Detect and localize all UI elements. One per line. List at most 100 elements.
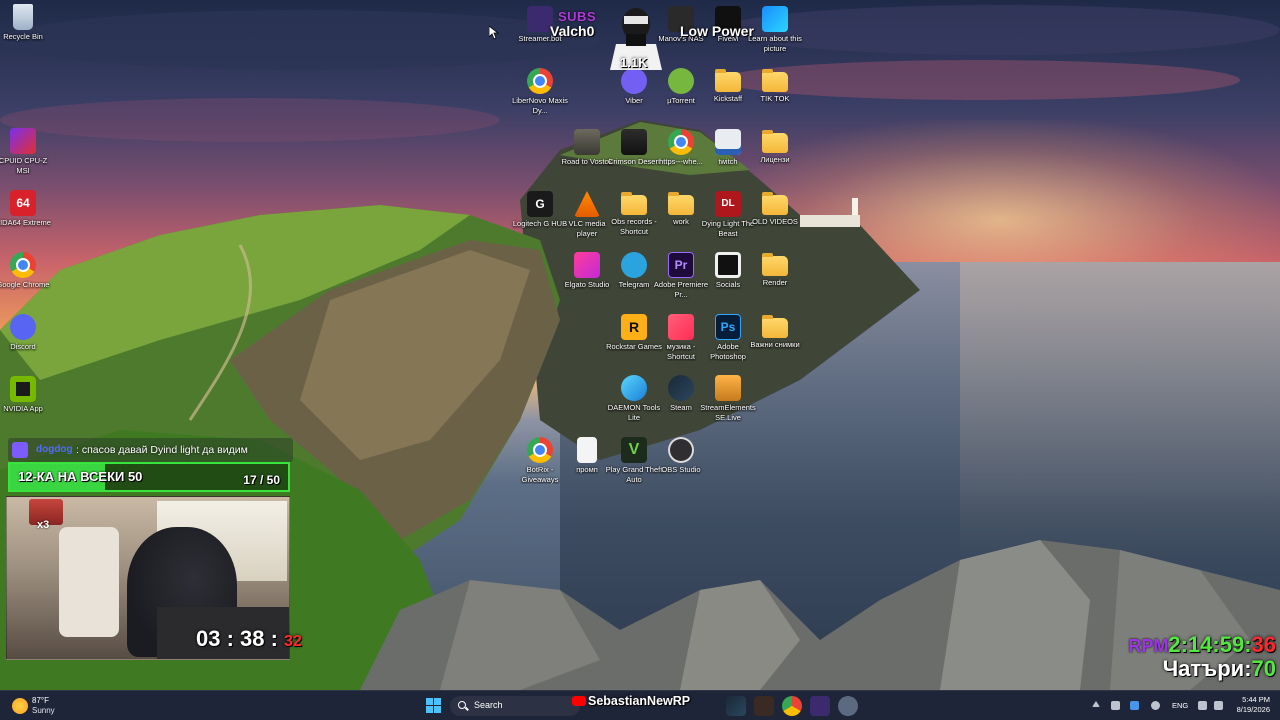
clock-time[interactable]: 5:44 PM [1238,695,1270,704]
chatters-label: Чатъри: [1162,656,1252,681]
icon-label: LiberNovo Maxis Dy... [512,96,568,115]
icon-label: Лицензи [760,155,790,164]
obs-icon [668,437,694,463]
folder-icon [715,69,741,92]
latest-sub-name: Valch0 [550,23,595,39]
tray-expand-icon[interactable] [1092,701,1100,707]
rpm-seconds: 36 [1251,632,1276,657]
taskbar-chrome-icon[interactable] [782,696,802,716]
taskbar-steam-icon[interactable] [726,696,746,716]
cam-multiplier: x3 [37,519,50,531]
youtube-icon [572,696,586,706]
discord-icon [10,314,36,340]
desktop-icon-recycle-bin[interactable]: Recycle Bin [0,4,52,42]
desktop-icon-important-photos[interactable]: Важни снимки [746,314,804,350]
vlc-icon [574,191,600,217]
icon-label: Discord [10,342,36,351]
clock-date[interactable]: 8/19/2026 [1228,705,1270,714]
desktop-icon-discord[interactable]: Discord [0,314,52,352]
rockstar-icon: R [621,314,647,340]
icon-label: AIDA64 Extreme [0,218,51,227]
gta-icon: V [621,437,647,463]
desktop-icon-nvidia[interactable]: NVIDIA App [0,376,52,414]
stream-timer: 03 : 38 : 32 [196,626,302,652]
desktop-icon-streamelements[interactable]: StreamElements SE.Live [699,375,757,422]
chat-username: dogdog [36,444,73,455]
weather-condition: Sunny [32,706,55,715]
weather-temp: 87°F [32,696,49,705]
taskbar-settings-icon[interactable] [838,696,858,716]
search-label: Search [474,700,503,710]
road-to-vostok-icon [574,129,600,155]
chatters-count: 70 [1251,656,1276,681]
logitech-icon: G [527,191,553,217]
windows-logo-icon [434,698,441,705]
folder-icon [621,192,647,215]
taskbar-app-icon[interactable] [754,696,774,716]
desktop-icon-old-videos[interactable]: OLD VIDEOS [746,191,804,227]
icon-label: OBS Studio [661,465,701,474]
goal-title: 12-КА НА ВСЕКИ 50 [18,469,143,484]
socials-icon [715,252,741,278]
windows-logo-icon [426,698,433,705]
sun-icon [12,698,28,714]
windows-logo-icon [426,706,433,713]
desktop-icon-licenses[interactable]: Лицензи [746,129,804,165]
tray-cloud-icon[interactable] [1130,701,1139,710]
folder-icon [668,192,694,215]
language-indicator[interactable]: ENG [1172,701,1188,710]
folder-icon [762,315,788,338]
start-button[interactable] [424,696,444,716]
taskbar-streamerbot-icon[interactable] [810,696,830,716]
desktop-icon-libernovo[interactable]: LiberNovo Maxis Dy... [511,68,569,115]
tray-mic-icon[interactable] [1151,701,1160,710]
chat-message: : спасов давай Dyind light да видим [76,444,248,456]
icon-label: CPUID CPU-Z MSI [0,156,48,175]
streamelements-icon [715,375,741,401]
nvidia-icon [10,376,36,402]
premiere-icon: Pr [668,252,694,278]
photoshop-icon: Ps [715,314,741,340]
crimson-desert-icon [621,129,647,155]
desktop-icon-obs[interactable]: OBS Studio [652,437,710,475]
icon-label: Важни снимки [750,340,800,349]
icon-label: NVIDIA App [3,404,43,413]
windows-logo-icon [434,706,441,713]
volume-icon[interactable] [1214,701,1223,710]
dying-light-icon: DL [715,191,741,217]
telegram-icon [621,252,647,278]
taskbar-search[interactable]: Search [450,696,580,716]
desktop-icon-cpuz[interactable]: CPUID CPU-Z MSI [0,128,52,175]
desktop-icon-tiktok[interactable]: TIK TOK [746,68,804,104]
chrome-icon [527,437,553,463]
timer-seconds: 32 [284,633,302,650]
document-icon [577,437,597,463]
stream-stats: RPM2:14:59:36 Чатъри:70 [1128,632,1276,682]
rpm-stat: RPM2:14:59:36 [1128,632,1276,658]
recycle-bin-icon [13,4,33,30]
tray-app-icon[interactable] [1111,701,1120,710]
desktop-icon-chrome[interactable]: Google Chrome [0,252,52,290]
low-power-label: Low Power [680,23,754,39]
desktop-icon-aida64[interactable]: 64 AIDA64 Extreme [0,190,52,228]
network-icon[interactable] [1198,701,1207,710]
elgato-icon [574,252,600,278]
desktop-icon-render[interactable]: Render [746,252,804,288]
chat-overlay-line: dogdog : спасов давай Dyind light да вид… [8,438,293,462]
chatters-stat: Чатъри:70 [1128,656,1276,682]
cam-chair [59,527,119,637]
chrome-icon [10,252,36,278]
rpm-time: 2:14:59: [1168,632,1252,657]
folder-icon [762,130,788,153]
music-icon [668,314,694,340]
taskbar: 87°F Sunny Search SebastianNewRP ENG 5:4… [0,690,1280,720]
chrome-icon [668,129,694,155]
subs-overlay: SUBS Valch0 1.1K Low Power [520,2,800,72]
streamer-name-overlay: SebastianNewRP [588,694,691,708]
search-icon [458,701,466,709]
icon-label: StreamElements SE.Live [700,403,756,422]
twitch-icon [715,129,741,155]
icon-label: OLD VIDEOS [752,217,798,226]
icon-label: TIK TOK [760,94,790,103]
cpuz-icon [10,128,36,154]
